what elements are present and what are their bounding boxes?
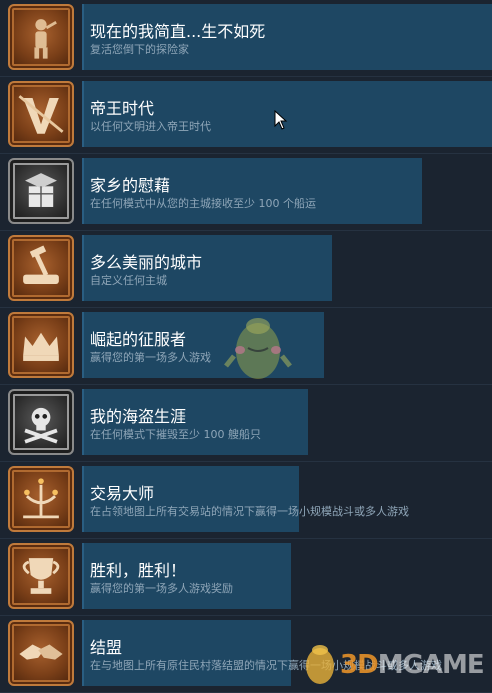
candelabra-icon (8, 466, 74, 532)
achievement-row[interactable]: 胜利，胜利！ 赢得您的第一场多人游戏奖励 (0, 539, 492, 616)
mouse-cursor-icon (274, 110, 288, 130)
achievement-description: 自定义任何主城 (90, 274, 167, 287)
achievement-title: 多么美丽的城市 (90, 253, 203, 272)
achievement-row[interactable]: 帝王时代以任何文明进入帝王时代 (0, 77, 492, 154)
watermark-text: 3DMGAME (340, 650, 485, 680)
trophy-icon (8, 543, 74, 609)
crown-icon (8, 312, 74, 378)
achievement-title: 帝王时代 (90, 99, 155, 118)
crate-icon (8, 158, 74, 224)
mascot-small-icon (306, 645, 334, 684)
achievement-description: 赢得您的第一场多人游戏 (90, 351, 211, 364)
roman-numeral-v-icon (8, 81, 74, 147)
mascot-watermark-icon (224, 318, 292, 379)
skull-crossbones-icon (8, 389, 74, 455)
site-watermark: 3DMGAME (300, 636, 492, 688)
achievement-description: 以任何文明进入帝王时代 (90, 120, 211, 133)
hammer-icon (8, 235, 74, 301)
achievement-title: 现在的我简直...生不如死 (90, 22, 266, 41)
achievement-description: 赢得您的第一场多人游戏奖励 (90, 582, 233, 595)
achievement-description: 在任何模式下摧毁至少 100 艘船只 (90, 428, 261, 441)
achievement-row[interactable]: 多么美丽的城市自定义任何主城 (0, 231, 492, 308)
achievement-title: 家乡的慰藉 (90, 176, 171, 195)
achievement-row[interactable]: 我的海盗生涯在任何模式下摧毁至少 100 艘船只 (0, 385, 492, 462)
achievement-row[interactable]: 家乡的慰藉在任何模式中从您的主城接收至少 100 个船运 (0, 154, 492, 231)
achievement-title: 结盟 (90, 638, 123, 657)
achievement-description: 在任何模式中从您的主城接收至少 100 个船运 (90, 197, 316, 210)
explorer-icon (8, 4, 74, 70)
achievement-description: 在占领地图上所有交易站的情况下赢得一场小规模战斗或多人游戏 (90, 505, 409, 518)
achievement-title: 崛起的征服者 (90, 330, 187, 349)
handshake-icon (8, 620, 74, 686)
achievement-title: 交易大师 (90, 484, 155, 503)
achievement-title: 胜利，胜利！ (90, 561, 187, 580)
achievement-row[interactable]: 交易大师在占领地图上所有交易站的情况下赢得一场小规模战斗或多人游戏 (0, 462, 492, 539)
achievement-row[interactable]: 现在的我简直...生不如死复活您倒下的探险家 (0, 0, 492, 77)
achievement-title: 我的海盗生涯 (90, 407, 187, 426)
achievement-description: 复活您倒下的探险家 (90, 43, 189, 56)
